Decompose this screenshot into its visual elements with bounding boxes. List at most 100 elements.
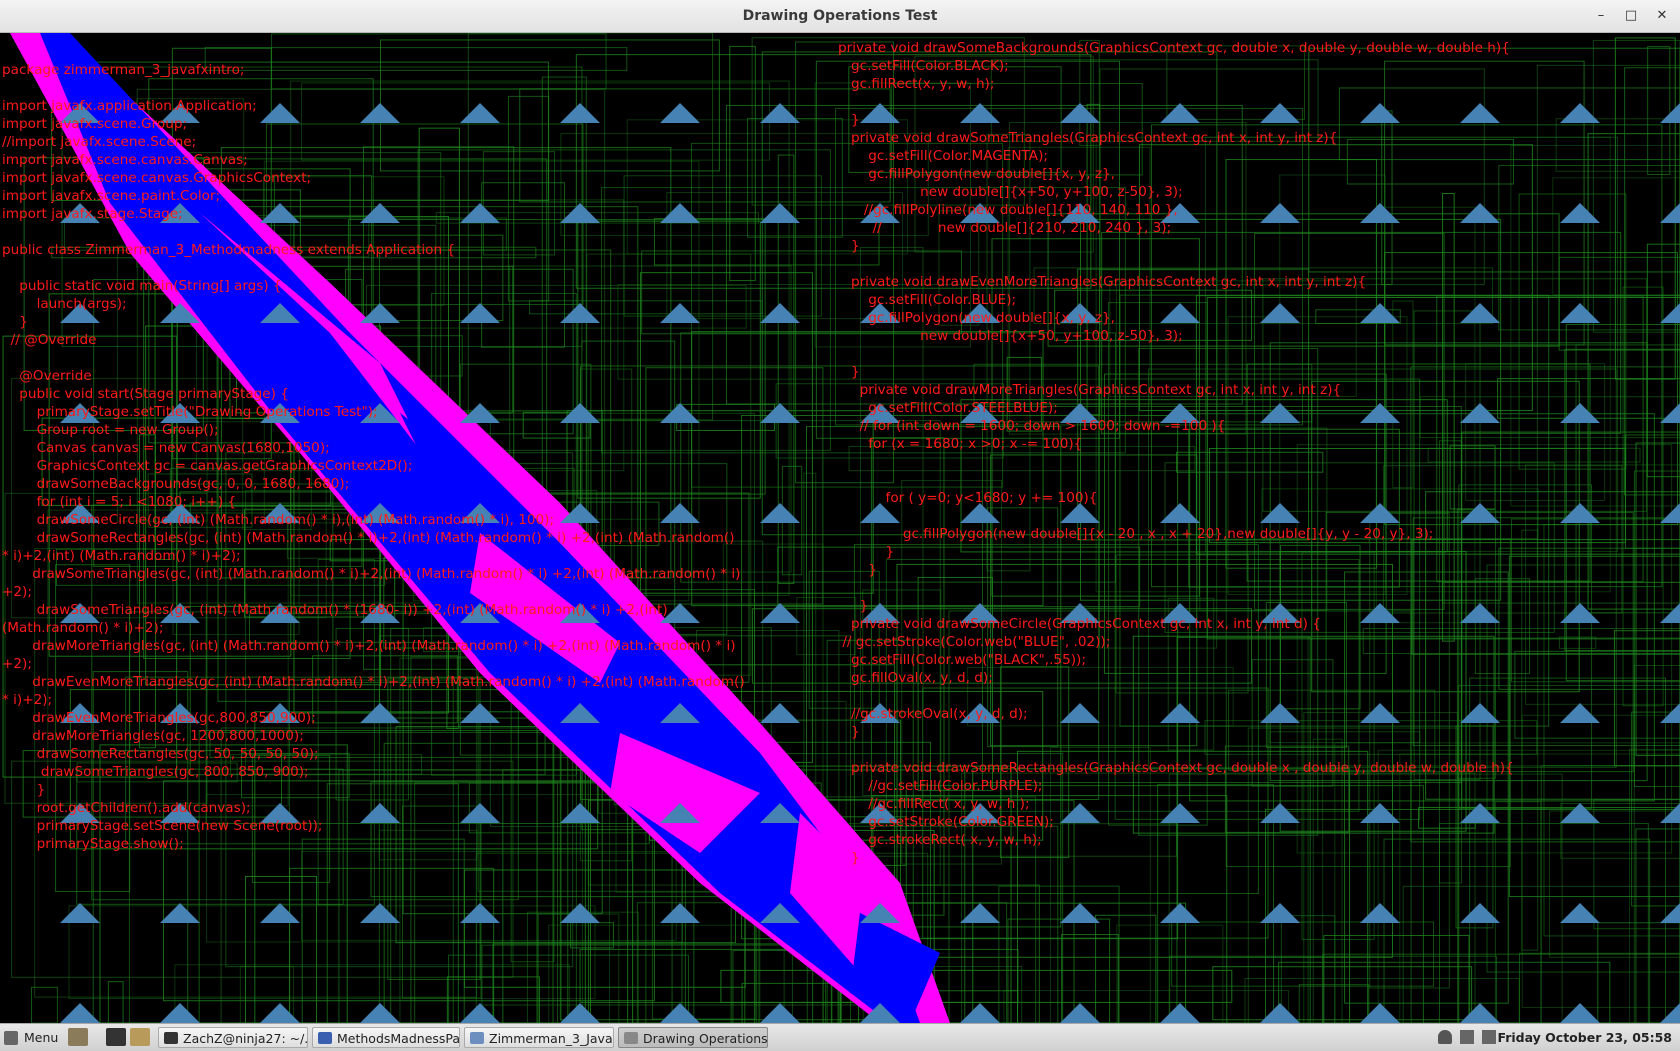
menu-label: Menu — [24, 1030, 59, 1045]
code-line: //gc.strokeOval(x, y, d, d); — [838, 706, 1028, 722]
green-rectangle — [803, 472, 817, 806]
code-line: drawSomeTriangles(gc, 800, 850, 900); — [2, 764, 309, 780]
code-line: gc.setFill(Color.BLUE); — [838, 292, 1017, 308]
folder-icon[interactable] — [130, 1028, 150, 1046]
code-line: // @Override — [2, 332, 97, 348]
steelblue-triangle — [360, 1003, 400, 1023]
code-line: primaryStage.show(); — [2, 836, 184, 852]
show-desktop-icon[interactable] — [68, 1028, 88, 1046]
code-line: private void drawSomeBackgrounds(Graphic… — [838, 40, 1510, 56]
code-line: for (x = 1680; x >0; x -= 100){ — [838, 436, 1083, 452]
steelblue-triangle — [1660, 803, 1680, 823]
code-line: gc.setFill(Color.STEELBLUE); — [838, 400, 1058, 416]
code-line: * i)+2); — [2, 692, 53, 708]
steelblue-triangle — [1560, 203, 1600, 223]
code-line: import javafx.application.Application; — [2, 98, 257, 114]
maximize-button[interactable]: □ — [1620, 6, 1642, 26]
green-rectangle — [1519, 952, 1680, 1023]
code-line: } — [838, 850, 860, 866]
green-rectangle — [1003, 990, 1290, 1023]
user-icon[interactable] — [1438, 1030, 1452, 1044]
code-line: } — [838, 544, 895, 560]
menu-icon — [4, 1031, 18, 1045]
green-rectangle — [463, 869, 746, 988]
steelblue-triangle — [1560, 703, 1600, 723]
steelblue-triangle — [1060, 903, 1100, 923]
code-line: import javafx.scene.Group; — [2, 116, 188, 132]
code-line: private void drawSomeCircle(GraphicsCont… — [838, 616, 1321, 632]
code-line: @Override — [2, 368, 92, 384]
window-icon — [624, 1032, 638, 1044]
steelblue-triangle — [760, 703, 800, 723]
code-line: drawSomeRectangles(gc, 50, 50, 50, 50); — [2, 746, 319, 762]
code-line: private void drawSomeRectangles(Graphics… — [838, 760, 1514, 776]
minimize-button[interactable]: – — [1590, 6, 1612, 26]
code-line: } — [2, 782, 46, 798]
code-line: drawSomeTriangles(gc, (int) (Math.random… — [2, 566, 741, 582]
code-line: gc.fillPolygon(new double[]{x, y, z}, — [838, 310, 1115, 326]
steelblue-triangle — [1160, 1003, 1200, 1023]
code-line: for ( y=0; y<1680; y += 100){ — [838, 490, 1098, 506]
code-line: } — [838, 562, 877, 578]
code-line: import javafx.scene.paint.Color; — [2, 188, 221, 204]
code-line: gc.setFill(Color.web("BLACK",.55)); — [838, 652, 1086, 668]
green-rectangle — [1298, 984, 1370, 1023]
green-rectangle — [1552, 177, 1680, 296]
code-line: gc.fillOval(x, y, d, d); — [838, 670, 993, 686]
code-line: new double[]{x+50, y+100, z-50}, 3); — [838, 328, 1183, 344]
code-line: // for (int down = 1600; down > 1600; do… — [838, 418, 1226, 434]
code-line: drawMoreTriangles(gc, (int) (Math.random… — [2, 638, 736, 654]
code-line: } — [2, 314, 28, 330]
steelblue-triangle — [1360, 903, 1400, 923]
code-text-right: private void drawSomeBackgrounds(Graphic… — [838, 39, 1514, 867]
code-line: private void drawEvenMoreTriangles(Graph… — [838, 274, 1367, 290]
code-line: drawMoreTriangles(gc, 1200,800,1000); — [2, 728, 304, 744]
task-browser[interactable]: MethodsMadnessPa... — [312, 1027, 460, 1048]
steelblue-triangle — [1160, 903, 1200, 923]
code-line: root.getChildren().add(canvas); — [2, 800, 251, 816]
steelblue-triangle — [1060, 1003, 1100, 1023]
code-line: +2); — [2, 656, 32, 672]
task-netbeans[interactable]: Zimmerman_3_Java... — [464, 1027, 614, 1048]
green-rectangle — [1549, 810, 1680, 958]
code-line: gc.setFill(Color.MAGENTA); — [838, 148, 1048, 164]
code-line: +2); — [2, 584, 32, 600]
steelblue-triangle — [960, 1003, 1000, 1023]
task-drawing-operations[interactable]: Drawing Operations... — [618, 1027, 768, 1048]
task-label: Drawing Operations... — [643, 1031, 768, 1046]
steelblue-triangle — [1660, 1003, 1680, 1023]
close-button[interactable]: ✕ — [1651, 6, 1673, 26]
code-line: } — [838, 724, 860, 740]
code-line: drawSomeRectangles(gc, (int) (Math.rando… — [2, 530, 735, 546]
code-line: // new double[]{210, 210, 240 }, 3); — [838, 220, 1172, 236]
code-line: package zimmerman_3_javafxintro; — [2, 62, 245, 78]
ide-icon — [470, 1032, 484, 1044]
code-line: (Math.random() * i)+2); — [2, 620, 164, 636]
task-label: ZachZ@ninja27: ~/... — [183, 1031, 308, 1046]
code-line: public void start(Stage primaryStage) { — [2, 386, 289, 402]
green-rectangle — [31, 986, 58, 1023]
code-line: drawEvenMoreTriangles(gc,800,850,900); — [2, 710, 316, 726]
task-label: MethodsMadnessPa... — [337, 1031, 460, 1046]
menu-button[interactable]: Menu — [4, 1028, 58, 1048]
task-terminal[interactable]: ZachZ@ninja27: ~/... — [158, 1027, 308, 1048]
volume-icon[interactable] — [1482, 1030, 1496, 1044]
green-rectangle — [1521, 714, 1680, 1008]
clock[interactable]: Friday October 23, 05:58 — [1497, 1028, 1672, 1048]
code-line: Group root = new Group(); — [2, 422, 219, 438]
code-text-left: package zimmerman_3_javafxintro;import j… — [2, 61, 745, 853]
steelblue-triangle — [960, 903, 1000, 923]
code-line: //gc.setFill(Color.PURPLE); — [838, 778, 1043, 794]
window-title: Drawing Operations Test — [742, 8, 938, 24]
window-titlebar[interactable]: Drawing Operations Test – □ ✕ — [0, 0, 1680, 33]
code-line: private void drawSomeTriangles(GraphicsC… — [838, 130, 1338, 146]
steelblue-triangle — [1360, 1003, 1400, 1023]
terminal-icon[interactable] — [106, 1028, 126, 1046]
green-rectangle — [1624, 67, 1680, 496]
network-icon[interactable] — [1460, 1030, 1474, 1044]
